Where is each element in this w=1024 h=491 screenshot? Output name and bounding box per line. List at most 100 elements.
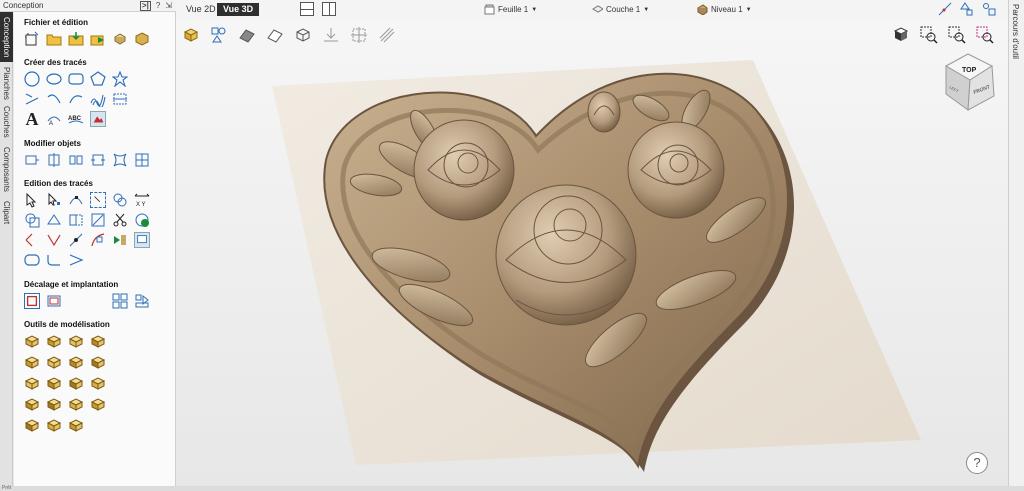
select-node-icon[interactable] xyxy=(90,192,106,208)
reset-icon[interactable] xyxy=(46,396,62,412)
star-icon[interactable] xyxy=(112,71,128,87)
tab-conception[interactable]: Conception xyxy=(0,12,13,62)
sweep-icon[interactable] xyxy=(90,333,106,349)
sheet-dropdown[interactable]: Feuille 1 ▼ xyxy=(484,4,537,15)
nesting-icon[interactable] xyxy=(112,293,128,309)
line-icon[interactable] xyxy=(24,91,40,107)
dimension-icon[interactable] xyxy=(112,91,128,107)
smooth-icon[interactable] xyxy=(90,354,106,370)
move-icon[interactable] xyxy=(24,152,40,168)
tab-vue-2d[interactable]: Vue 2D xyxy=(180,3,222,16)
offset-3d-icon[interactable] xyxy=(24,375,40,391)
shape-editor-icon[interactable] xyxy=(24,333,40,349)
import-3d-button[interactable] xyxy=(90,31,106,47)
tab-toolpaths[interactable]: Parcours d'outil xyxy=(1011,4,1020,59)
import-component-button[interactable] xyxy=(112,31,128,47)
scale-icon[interactable] xyxy=(90,152,106,168)
offset-icon[interactable] xyxy=(24,293,40,309)
import-model-button[interactable] xyxy=(134,31,150,47)
flip-icon[interactable] xyxy=(68,354,84,370)
bake-icon[interactable] xyxy=(90,396,106,412)
snap-icon[interactable] xyxy=(938,2,952,16)
distort-icon[interactable] xyxy=(112,152,128,168)
level-label: Niveau 1 xyxy=(711,5,743,14)
polyline-icon[interactable] xyxy=(68,252,84,268)
align-icon[interactable] xyxy=(46,152,62,168)
node-edit-icon[interactable] xyxy=(24,192,40,208)
3d-scene[interactable] xyxy=(176,20,1008,486)
arc-icon[interactable] xyxy=(46,91,62,107)
slice-icon[interactable] xyxy=(90,375,106,391)
bitmap-trace-icon[interactable] xyxy=(90,111,106,127)
wave-icon[interactable] xyxy=(90,91,106,107)
fillet-icon[interactable] xyxy=(24,232,40,248)
measure-icon[interactable] xyxy=(982,2,996,16)
chamfer-icon[interactable] xyxy=(46,232,62,248)
auto-layout-icon[interactable] xyxy=(134,293,150,309)
sheet-label: Feuille 1 xyxy=(498,5,529,14)
circle-icon[interactable] xyxy=(24,71,40,87)
section-model: Outils de modélisation xyxy=(24,320,110,329)
layout-vertical-button[interactable] xyxy=(322,2,336,16)
offset-curve-icon[interactable] xyxy=(46,252,62,268)
texture-icon[interactable] xyxy=(24,396,40,412)
layer-dropdown[interactable]: Couche 1 ▼ xyxy=(592,4,649,15)
weld-3d-icon[interactable] xyxy=(68,375,84,391)
sculpt-icon[interactable] xyxy=(46,354,62,370)
section-offset: Décalage et implantation xyxy=(24,280,119,289)
close-vector-icon[interactable] xyxy=(46,212,62,228)
shapes-icon[interactable] xyxy=(960,2,974,16)
top-toolbar: Vue 2D Vue 3D Feuille 1 ▼ Couche 1 ▼ Nivea… xyxy=(176,0,1008,20)
subtract-icon[interactable] xyxy=(90,212,106,228)
fit-to-path-icon[interactable] xyxy=(46,293,62,309)
tab-clipart[interactable]: Clipart xyxy=(0,198,13,228)
base-icon[interactable] xyxy=(24,417,40,433)
extrude-icon[interactable] xyxy=(68,333,84,349)
rectangle-icon[interactable] xyxy=(68,71,84,87)
ellipse-icon[interactable] xyxy=(46,71,62,87)
erase-icon[interactable] xyxy=(68,396,84,412)
vector-image-icon[interactable] xyxy=(134,232,150,248)
validate-icon[interactable] xyxy=(134,212,150,228)
layout-horizontal-button[interactable] xyxy=(300,2,314,16)
dome-icon[interactable] xyxy=(46,333,62,349)
rose-left xyxy=(413,119,515,221)
measure-xy-icon[interactable]: X Y xyxy=(134,192,150,208)
section-create: Créer des tracés xyxy=(24,58,87,67)
distort-3d-icon[interactable] xyxy=(46,375,62,391)
convert-to-3d-icon[interactable] xyxy=(112,232,128,248)
panel-close-button[interactable]: ⇲ xyxy=(165,1,172,11)
3d-viewport[interactable]: TOP FRONT LEFT ? xyxy=(176,20,1008,486)
text-on-curve-icon[interactable]: A xyxy=(46,111,62,127)
view-cube[interactable]: TOP FRONT LEFT xyxy=(938,50,998,118)
cube-3d-icon[interactable] xyxy=(68,417,84,433)
tab-composants[interactable]: Composants xyxy=(0,142,13,196)
new-job-button[interactable] xyxy=(24,31,40,47)
fade-icon[interactable] xyxy=(24,354,40,370)
tab-planches[interactable]: Planches xyxy=(0,64,13,102)
trim-icon[interactable] xyxy=(68,212,84,228)
panel-pin-button[interactable]: >| xyxy=(139,1,151,11)
text-arc-icon[interactable]: ABC xyxy=(68,111,84,127)
join-icon[interactable] xyxy=(24,212,40,228)
scissors-icon[interactable] xyxy=(112,212,128,228)
rounded-rect-icon[interactable] xyxy=(24,252,40,268)
array-icon[interactable] xyxy=(134,152,150,168)
curve-icon[interactable] xyxy=(68,91,84,107)
polygon-icon[interactable] xyxy=(90,71,106,87)
weld-icon[interactable] xyxy=(112,192,128,208)
import-button[interactable] xyxy=(68,31,84,47)
tangent-icon[interactable] xyxy=(90,232,106,248)
help-button[interactable]: ? xyxy=(966,452,988,474)
open-file-button[interactable] xyxy=(46,31,62,47)
tab-couches[interactable]: Couches xyxy=(0,104,13,140)
tab-vue-3d[interactable]: Vue 3D xyxy=(217,3,260,16)
mirror-icon[interactable] xyxy=(68,152,84,168)
level-dropdown[interactable]: Niveau 1 ▼ xyxy=(697,4,752,15)
panel-help-button[interactable]: ? xyxy=(156,1,160,11)
node-smooth-icon[interactable] xyxy=(68,192,84,208)
text-icon[interactable]: A xyxy=(24,109,40,129)
extend-icon[interactable] xyxy=(68,232,84,248)
node-add-icon[interactable] xyxy=(46,192,62,208)
cylinder-icon[interactable] xyxy=(46,417,62,433)
